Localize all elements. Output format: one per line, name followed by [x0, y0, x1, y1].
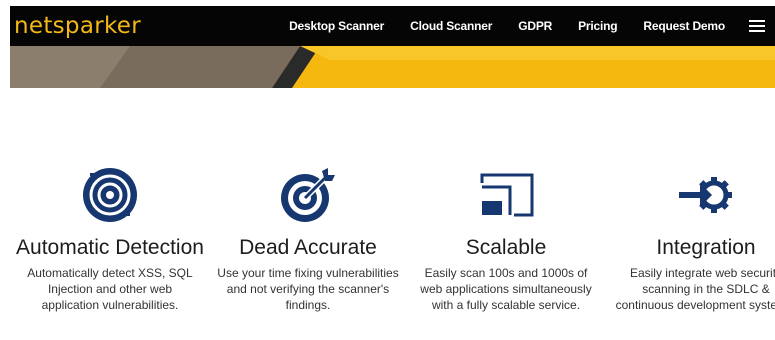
feature-title: Scalable: [465, 236, 547, 259]
nav-pricing[interactable]: Pricing: [578, 19, 617, 33]
bullseye-arrow-icon: [281, 168, 335, 222]
target-scan-icon: [83, 168, 137, 222]
feature-description: Automatically detect XSS, SQL Injection …: [27, 266, 193, 312]
feature-title: Automatic Detection: [16, 236, 204, 259]
hero-banner-strip: [10, 46, 775, 88]
nav-desktop-scanner[interactable]: Desktop Scanner: [289, 19, 384, 33]
feature-scalable: Scalable Easily scan 100s and 1000s of w…: [411, 165, 601, 313]
feature-automatic-detection: Automatic Detection Automatically detect…: [15, 165, 205, 313]
feature-description: Easily integrate web security scanning i…: [615, 266, 775, 312]
arrow-gear-icon: [679, 177, 732, 213]
nav-gdpr[interactable]: GDPR: [518, 19, 552, 33]
feature-description: Use your time fixing vulnerabilities and…: [217, 266, 399, 312]
feature-title: Integration: [656, 236, 756, 259]
feature-dead-accurate: Dead Accurate Use your time fixing vulne…: [213, 165, 403, 313]
main-nav: Desktop Scanner Cloud Scanner GDPR Prici…: [263, 6, 765, 46]
nav-cloud-scanner[interactable]: Cloud Scanner: [410, 19, 492, 33]
scale-screens-icon: [480, 173, 534, 217]
hamburger-icon[interactable]: [749, 20, 765, 32]
netsparker-logo[interactable]: netsparker: [14, 13, 141, 39]
feature-integration: Integration Easily integrate web securit…: [611, 165, 775, 313]
feature-description: Easily scan 100s and 1000s of web applic…: [420, 266, 592, 312]
feature-title: Dead Accurate: [239, 236, 377, 259]
nav-request-demo[interactable]: Request Demo: [643, 19, 725, 33]
top-navigation-bar: netsparker Desktop Scanner Cloud Scanner…: [10, 6, 775, 46]
